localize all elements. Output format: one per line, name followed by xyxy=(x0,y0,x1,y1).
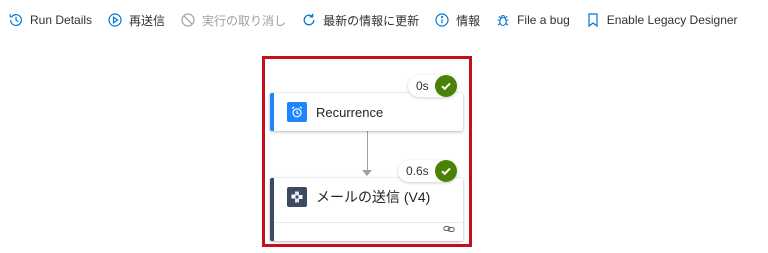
step-card-send-email[interactable]: メールの送信 (V4) xyxy=(270,178,463,241)
connector-line xyxy=(367,131,368,172)
sendgrid-icon xyxy=(287,187,307,207)
info-label: 情報 xyxy=(456,13,481,28)
legacy-designer-label: Enable Legacy Designer xyxy=(606,13,738,27)
enable-legacy-designer-button[interactable]: Enable Legacy Designer xyxy=(585,12,738,28)
run-details-label: Run Details xyxy=(30,13,93,27)
link-icon[interactable] xyxy=(443,223,455,235)
bug-icon xyxy=(495,12,511,28)
check-icon xyxy=(434,75,457,97)
step-title: Recurrence xyxy=(316,104,384,120)
check-icon xyxy=(434,160,457,182)
card-divider xyxy=(274,222,463,223)
duration-label: 0s xyxy=(416,79,429,93)
refresh-button[interactable]: 最新の情報に更新 xyxy=(301,12,419,29)
history-icon xyxy=(8,12,24,28)
duration-label: 0.6s xyxy=(406,164,429,178)
step-title: メールの送信 (V4) xyxy=(316,189,431,205)
refresh-icon xyxy=(301,12,317,28)
file-bug-button[interactable]: File a bug xyxy=(495,12,570,28)
resubmit-button[interactable]: 再送信 xyxy=(107,12,165,29)
status-badge: 0s xyxy=(408,75,457,97)
connector-arrow xyxy=(362,170,372,176)
cancel-run-label: 実行の取り消し xyxy=(202,13,287,28)
toolbar: Run Details 再送信 実行の取り消し 最新の情報に更新 情報 File… xyxy=(0,0,768,40)
status-badge: 0.6s xyxy=(398,160,457,182)
refresh-label: 最新の情報に更新 xyxy=(323,13,420,28)
file-bug-label: File a bug xyxy=(517,13,570,27)
cancel-icon xyxy=(180,12,196,28)
info-icon xyxy=(434,12,450,28)
alarm-clock-icon xyxy=(287,102,307,122)
resubmit-icon xyxy=(107,12,123,28)
cancel-run-button[interactable]: 実行の取り消し xyxy=(180,12,286,29)
resubmit-label: 再送信 xyxy=(129,13,166,28)
step-card-recurrence[interactable]: Recurrence xyxy=(270,93,463,131)
bookmark-icon xyxy=(585,12,601,28)
run-details-button[interactable]: Run Details xyxy=(8,12,92,28)
info-button[interactable]: 情報 xyxy=(434,12,480,29)
